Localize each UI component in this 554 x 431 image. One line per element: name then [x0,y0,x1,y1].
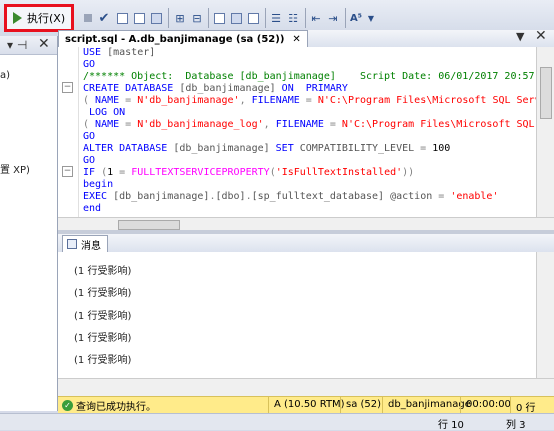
status-message: 查询已成功执行。 [76,402,156,413]
include-plan-icon[interactable]: ⊟ [189,10,205,26]
tab-title: script.sql - A.db_banjimanage (sa (52)) [65,34,285,45]
code-line: ( NAME = N'db_banjimanage_log', FILENAME… [83,119,535,130]
status-separator [460,397,461,414]
code-line: ALTER DATABASE [db_banjimanage] SET COMP… [83,143,451,154]
status-elapsed: 00:00:00 [466,399,511,410]
scroll-thumb[interactable] [540,67,552,119]
increase-indent-icon[interactable]: ⇥ [325,10,341,26]
close-icon[interactable]: ✕ [535,28,547,44]
tab-script-sql[interactable]: script.sql - A.db_banjimanage (sa (52)) … [58,30,308,48]
code-line: GO [83,155,96,166]
editor-gutter [58,47,79,217]
fold-collapse-icon[interactable]: − [62,82,73,93]
message-line: (1 行受影响) [74,311,132,322]
messages-horizontal-scrollbar[interactable] [58,378,554,397]
status-user: sa (52) [346,399,382,410]
toolbar-overflow-icon[interactable]: ▼ [363,10,379,26]
display-plan-icon[interactable]: ⊞ [172,10,188,26]
decrease-indent-icon[interactable]: ⇤ [308,10,324,26]
code-line: IF (1 = FULLTEXTSERVICEPROPERTY('IsFullT… [83,167,415,178]
scroll-thumb[interactable] [118,220,180,230]
message-line: (1 行受影响) [74,333,132,344]
results-to-text-icon[interactable] [228,10,244,26]
message-line: (1 行受影响) [74,266,132,277]
status-rows: 0 行 [516,403,536,414]
code-line: begin [83,179,114,190]
results-to-grid-icon[interactable] [148,10,164,26]
code-line: LOG ON [83,107,126,118]
tab-messages[interactable]: 消息 [62,235,108,252]
database-icon[interactable] [114,10,130,26]
execute-label: 执行(X) [27,12,66,25]
toolbar-separator [305,8,306,28]
code-line: EXEC [db_banjimanage].[dbo].[sp_fulltext… [83,191,499,202]
editor-tab-bar: script.sql - A.db_banjimanage (sa (52)) … [58,28,554,48]
results-tab-bar: 消息 [58,234,554,253]
pin-icon[interactable]: ▾ ⊣ [7,38,27,52]
comment-icon[interactable]: ☰ [268,10,284,26]
code-line: CREATE DATABASE [db_banjimanage] ON PRIM… [83,83,348,94]
messages-vertical-scrollbar[interactable] [536,252,554,378]
query-status-bar: ✓ 查询已成功执行。 A (10.50 RTM) sa (52) db_banj… [58,396,554,414]
code-line: /****** Object: Database [db_banjimanage… [83,71,535,82]
editor-horizontal-scrollbar[interactable] [58,217,554,231]
message-line: (1 行受影响) [74,355,132,366]
success-check-icon: ✓ [62,400,73,411]
code-line: end [83,203,102,214]
results-to-file-icon[interactable] [245,10,261,26]
status-separator [340,397,341,414]
code-line: GO [83,59,96,70]
status-database: db_banjimanage [388,399,471,410]
parse-check-icon[interactable]: ✔ [96,10,112,26]
chevron-down-icon[interactable]: ▼ [516,30,524,43]
status-separator [382,397,383,414]
close-icon[interactable]: ✕ [38,36,50,52]
object-explorer-header: ▾ ⊣ ✕ [0,36,57,55]
sql-editor[interactable]: − − USE [master] GO /****** Object: Data… [58,47,536,217]
query-options-icon[interactable] [131,10,147,26]
client-stats-icon[interactable] [211,10,227,26]
code-line: USE [master] [83,47,156,58]
status-separator [268,397,269,414]
code-line: ( NAME = N'db_banjimanage', FILENAME = N… [83,95,536,106]
status-separator [510,397,511,414]
tree-item-fragment[interactable]: 置 XP) [0,161,30,176]
code-ident: [master] [107,47,156,58]
toolbar-separator [208,8,209,28]
uncomment-icon[interactable]: ☷ [285,10,301,26]
message-icon [67,239,77,249]
messages-pane[interactable]: (1 行受影响) (1 行受影响) (1 行受影响) (1 行受影响) (1 行… [58,252,536,378]
execute-button[interactable]: 执行(X) [4,4,74,32]
specify-values-icon[interactable]: A⁵ [348,10,364,26]
tab-messages-label: 消息 [81,240,101,252]
object-explorer-panel: ▾ ⊣ ✕ a) 置 XP) [0,36,58,411]
toolbar-separator [168,8,169,28]
toolbar-separator [345,8,346,28]
close-icon[interactable]: ✕ [292,34,300,45]
fold-collapse-icon[interactable]: − [62,166,73,177]
editor-vertical-scrollbar[interactable] [536,47,554,217]
stop-icon[interactable] [80,10,96,26]
execute-icon [10,11,24,25]
code-line: GO [83,131,96,142]
tree-item-fragment[interactable]: a) [0,70,10,81]
toolbar-separator [265,8,266,28]
message-line: (1 行受影响) [74,288,132,299]
app-status-bar: 行 10 列 3 [0,413,554,431]
status-server: A (10.50 RTM) [274,399,345,410]
